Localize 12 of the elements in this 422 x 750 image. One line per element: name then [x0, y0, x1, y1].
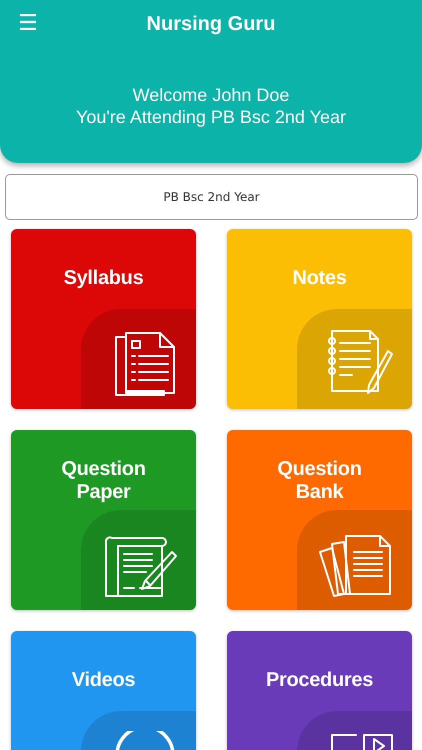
course-dropdown[interactable]: PB Bsc 2nd Year	[5, 174, 418, 220]
menu-tile[interactable]: Question Paper	[11, 430, 196, 610]
course-text: You're Attending PB Bsc 2nd Year	[76, 106, 346, 128]
scroll-pen-icon	[104, 534, 178, 598]
menu-tile[interactable]: Procedures	[227, 631, 412, 750]
menu-tile[interactable]: Question Bank	[227, 430, 412, 610]
document-icon	[114, 331, 178, 397]
welcome-text: Welcome John Doe	[132, 84, 290, 106]
papers-icon	[318, 534, 394, 598]
menu-tile[interactable]: Videos	[11, 631, 196, 750]
app-title: Nursing Guru	[146, 12, 276, 36]
menu-tile[interactable]: Syllabus	[11, 229, 196, 409]
